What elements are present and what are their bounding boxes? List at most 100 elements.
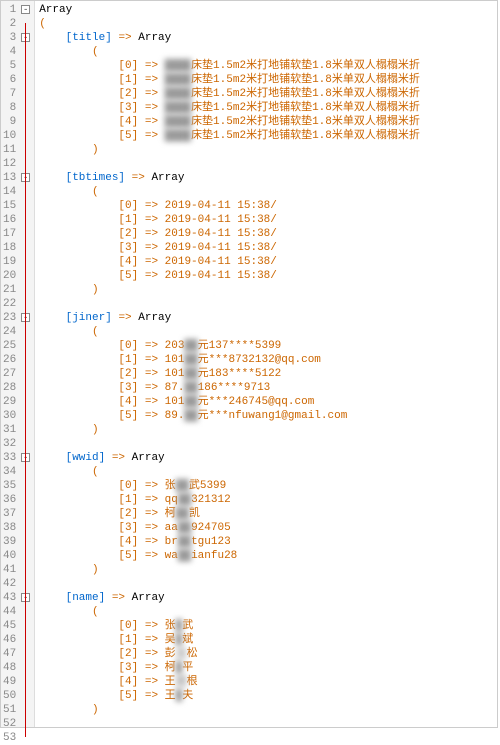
code-line: [0] => 张██武5399 [39, 479, 497, 493]
line-number: 52 [3, 717, 16, 731]
line-number: 27 [3, 367, 16, 381]
code-line: [2] => ████床垫1.5m2米打地铺软垫1.8米单双人榻榻米折 [39, 87, 497, 101]
code-line: [2] => 柯██凯 [39, 507, 497, 521]
line-number: 37 [3, 507, 16, 521]
code-area: Array( [title] => Array ( [0] => ████床垫1… [35, 1, 497, 727]
code-line: [4] => 101██元***246745@qq.com [39, 395, 497, 409]
line-number: 21 [3, 283, 16, 297]
line-number: 18 [3, 241, 16, 255]
line-number: 43 [3, 591, 16, 605]
code-line: [name] => Array [39, 591, 497, 605]
line-number: 46 [3, 633, 16, 647]
line-number: 24 [3, 325, 16, 339]
line-number: 14 [3, 185, 16, 199]
line-number: 29 [3, 395, 16, 409]
line-number: 32 [3, 437, 16, 451]
line-number: 50 [3, 689, 16, 703]
code-line: ( [39, 185, 497, 199]
line-number: 22 [3, 297, 16, 311]
line-number: 51 [3, 703, 16, 717]
code-line: ) [39, 563, 497, 577]
code-line: ) [39, 283, 497, 297]
code-line: ) [39, 143, 497, 157]
code-line: [0] => 张█武 [39, 619, 497, 633]
line-number: 16 [3, 213, 16, 227]
code-line: ( [39, 465, 497, 479]
code-line [39, 577, 497, 591]
code-line: [1] => ████床垫1.5m2米打地铺软垫1.8米单双人榻榻米折 [39, 73, 497, 87]
line-number: 11 [3, 143, 16, 157]
fold-column: ------ [20, 1, 35, 727]
code-line: Array [39, 3, 497, 17]
code-line: ) [39, 703, 497, 717]
code-line: [1] => 101██元***8732132@qq.com [39, 353, 497, 367]
code-line: [tbtimes] => Array [39, 171, 497, 185]
line-number: 4 [3, 45, 16, 59]
code-line: [0] => 2019-04-11 15:38/ [39, 199, 497, 213]
line-number: 42 [3, 577, 16, 591]
line-number: 13 [3, 171, 16, 185]
code-line: [4] => 2019-04-11 15:38/ [39, 255, 497, 269]
line-number: 53 [3, 731, 16, 745]
line-number: 41 [3, 563, 16, 577]
line-number: 19 [3, 255, 16, 269]
code-line: [wwid] => Array [39, 451, 497, 465]
code-line [39, 297, 497, 311]
code-line: [4] => br██tgu123 [39, 535, 497, 549]
code-line: [1] => 2019-04-11 15:38/ [39, 213, 497, 227]
code-line: [5] => 2019-04-11 15:38/ [39, 269, 497, 283]
line-number: 15 [3, 199, 16, 213]
code-line: [0] => ████床垫1.5m2米打地铺软垫1.8米单双人榻榻米折 [39, 59, 497, 73]
code-line: [3] => 87.██186****9713 [39, 381, 497, 395]
code-line: [4] => ████床垫1.5m2米打地铺软垫1.8米单双人榻榻米折 [39, 115, 497, 129]
line-number: 12 [3, 157, 16, 171]
fold-toggle-icon[interactable]: - [21, 5, 30, 14]
line-number: 35 [3, 479, 16, 493]
code-line: [4] => 王厨根 [39, 675, 497, 689]
code-line [39, 437, 497, 451]
line-number: 36 [3, 493, 16, 507]
code-line: [3] => 2019-04-11 15:38/ [39, 241, 497, 255]
line-number: 26 [3, 353, 16, 367]
line-number: 38 [3, 521, 16, 535]
line-number: 7 [3, 87, 16, 101]
line-number: 33 [3, 451, 16, 465]
code-line: [5] => 王█夫 [39, 689, 497, 703]
code-line: [5] => 89.██元***nfuwang1@gmail.com [39, 409, 497, 423]
line-number: 40 [3, 549, 16, 563]
code-line: [jiner] => Array [39, 311, 497, 325]
line-number: 5 [3, 59, 16, 73]
line-number: 49 [3, 675, 16, 689]
code-line: [5] => ████床垫1.5m2米打地铺软垫1.8米单双人榻榻米折 [39, 129, 497, 143]
code-line: ( [39, 605, 497, 619]
code-line: [5] => wa██ianfu28 [39, 549, 497, 563]
fold-guide-line [25, 23, 26, 737]
code-line: ( [39, 45, 497, 59]
line-number: 10 [3, 129, 16, 143]
code-line: [title] => Array [39, 31, 497, 45]
line-number: 2 [3, 17, 16, 31]
code-line: ) [39, 423, 497, 437]
code-line: [2] => 2019-04-11 15:38/ [39, 227, 497, 241]
code-line: ( [39, 17, 497, 31]
line-number: 17 [3, 227, 16, 241]
line-number: 31 [3, 423, 16, 437]
line-number: 34 [3, 465, 16, 479]
line-number: 44 [3, 605, 16, 619]
code-line: [3] => 柯█平 [39, 661, 497, 675]
code-line [39, 157, 497, 171]
code-line: [3] => ████床垫1.5m2米打地铺软垫1.8米单双人榻榻米折 [39, 101, 497, 115]
line-number: 1 [3, 3, 16, 17]
line-number: 3 [3, 31, 16, 45]
code-line: [0] => 203██元137****5399 [39, 339, 497, 353]
line-number: 9 [3, 115, 16, 129]
code-line [39, 717, 497, 727]
line-number: 39 [3, 535, 16, 549]
code-line: [2] => 101██元183****5122 [39, 367, 497, 381]
line-number: 20 [3, 269, 16, 283]
line-number: 28 [3, 381, 16, 395]
line-number: 25 [3, 339, 16, 353]
line-number: 8 [3, 101, 16, 115]
code-line: [1] => 吴█斌 [39, 633, 497, 647]
code-line: [3] => aa██924705 [39, 521, 497, 535]
